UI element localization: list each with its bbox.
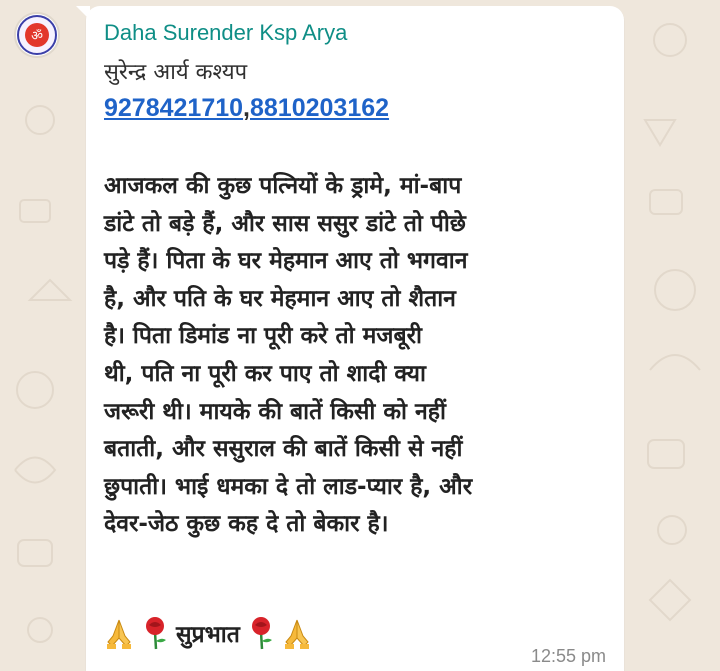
phone-link-2[interactable]: 8810203162 — [250, 94, 389, 122]
phone-link-1[interactable]: 9278421710 — [104, 94, 243, 122]
message-line: पड़े हैं। पिता के घर मेहमान आए तो भगवान — [104, 248, 468, 275]
message-line: डांटे तो बड़े हैं, और सास ससुर डांटे तो … — [104, 210, 466, 237]
message-timestamp: 12:55 pm — [530, 646, 606, 666]
sender-name[interactable]: Daha Surender Ksp Arya — [104, 20, 347, 46]
message-line: है। पिता डिमांड ना पूरी करे तो मजबूरी — [104, 323, 422, 350]
sender-avatar[interactable]: ॐ — [14, 12, 60, 58]
message-line: आजकल की कुछ पत्नियों के ड्रामे, मां-बाप — [104, 173, 462, 199]
rose-icon — [146, 617, 166, 650]
bubble-tail — [76, 6, 90, 20]
folded-hands-icon — [107, 619, 131, 649]
message-line: जरूरी थी। मायके की बातें किसी को नहीं — [104, 398, 446, 425]
greeting-line: सुप्रभात — [104, 616, 312, 650]
message-line: बताती, और ससुराल की बातें किसी से नहीं — [104, 436, 463, 463]
message-line: छुपाती। भाई धमका दे तो लाड-प्यार है, और — [104, 473, 473, 500]
rose-icon — [251, 617, 272, 650]
message-body: आजकल की कुछ पत्नियों के ड्रामे, मां-बाप … — [104, 168, 604, 544]
greeting-text: सुप्रभात — [176, 622, 240, 648]
phone-separator: , — [243, 94, 250, 122]
message-line: थी, पति ना पूरी कर पाए तो शादी क्या — [104, 360, 426, 387]
om-icon: ॐ — [17, 15, 57, 55]
svg-text:ॐ: ॐ — [31, 29, 43, 44]
message-bubble[interactable]: Daha Surender Ksp Arya सुरेन्द्र आर्य कश… — [76, 6, 624, 671]
phone-numbers: 9278421710,8810203162 — [104, 94, 389, 123]
sender-subtitle: सुरेन्द्र आर्य कश्यप — [104, 60, 248, 85]
message-line: है, और पति के घर मेहमान आए तो शैतान — [104, 285, 456, 312]
folded-hands-icon — [284, 619, 309, 649]
message-line: देवर-जेठ कुछ कह दे तो बेकार है। — [104, 511, 389, 538]
